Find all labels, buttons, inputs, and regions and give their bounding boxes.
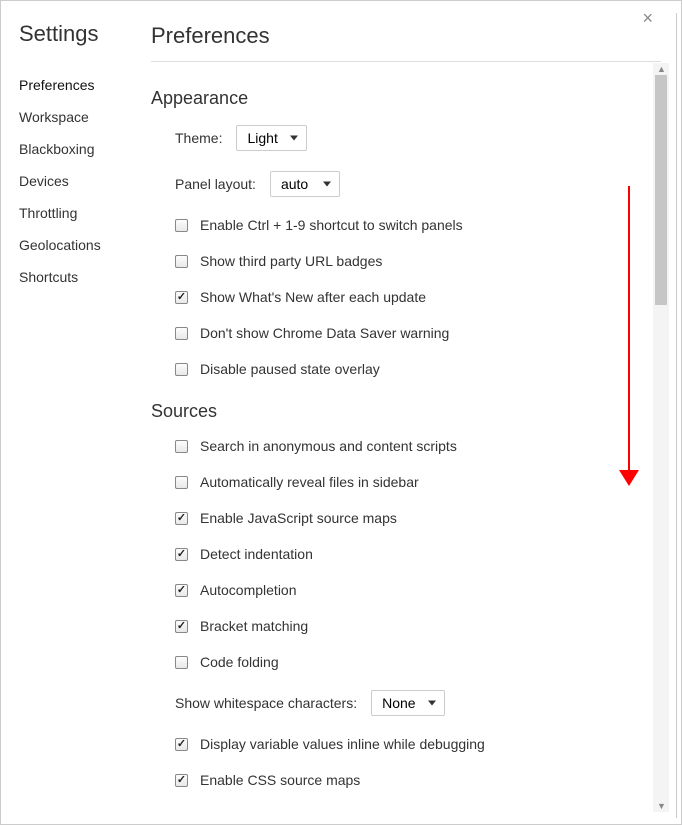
checkbox-data-saver[interactable] — [175, 327, 188, 340]
label-third-party-badges: Show third party URL badges — [200, 253, 382, 269]
settings-container: Settings Preferences Workspace Blackboxi… — [1, 1, 681, 824]
close-button[interactable]: × — [642, 9, 653, 27]
check-css-source-maps: Enable CSS source maps — [175, 772, 653, 788]
scrollbar-track[interactable]: ▲ ▼ — [653, 63, 669, 812]
panel-layout-label: Panel layout: — [175, 176, 256, 192]
label-bracket-matching: Bracket matching — [200, 618, 308, 634]
check-anon-scripts: Search in anonymous and content scripts — [175, 438, 653, 454]
check-autocompletion: Autocompletion — [175, 582, 653, 598]
label-data-saver: Don't show Chrome Data Saver warning — [200, 325, 449, 341]
page-title: Preferences — [151, 23, 681, 49]
checkbox-inline-values[interactable] — [175, 738, 188, 751]
checkbox-whats-new[interactable] — [175, 291, 188, 304]
check-data-saver: Don't show Chrome Data Saver warning — [175, 325, 653, 341]
theme-label: Theme: — [175, 130, 222, 146]
check-whats-new: Show What's New after each update — [175, 289, 653, 305]
checkbox-css-source-maps[interactable] — [175, 774, 188, 787]
preferences-scroll-area[interactable]: Appearance Theme: Light Panel layout: au… — [151, 62, 681, 813]
outer-right-border — [673, 13, 677, 818]
whitespace-select[interactable]: None — [371, 690, 444, 716]
check-detect-indentation: Detect indentation — [175, 546, 653, 562]
label-whats-new: Show What's New after each update — [200, 289, 426, 305]
check-js-source-maps: Enable JavaScript source maps — [175, 510, 653, 526]
sidebar-item-throttling[interactable]: Throttling — [19, 197, 141, 229]
sidebar-title: Settings — [19, 21, 141, 47]
theme-row: Theme: Light — [175, 125, 653, 151]
label-css-source-maps: Enable CSS source maps — [200, 772, 360, 788]
checkbox-js-source-maps[interactable] — [175, 512, 188, 525]
sidebar-item-devices[interactable]: Devices — [19, 165, 141, 197]
check-paused-overlay: Disable paused state overlay — [175, 361, 653, 377]
label-code-folding: Code folding — [200, 654, 279, 670]
whitespace-row: Show whitespace characters: None — [175, 690, 653, 716]
panel-layout-row: Panel layout: auto — [175, 171, 653, 197]
whitespace-label: Show whitespace characters: — [175, 695, 357, 711]
scrollbar-thumb[interactable] — [655, 75, 667, 305]
label-anon-scripts: Search in anonymous and content scripts — [200, 438, 457, 454]
check-bracket-matching: Bracket matching — [175, 618, 653, 634]
theme-select-value: Light — [247, 130, 277, 146]
sidebar-item-preferences[interactable]: Preferences — [19, 69, 141, 101]
checkbox-bracket-matching[interactable] — [175, 620, 188, 633]
sidebar-item-shortcuts[interactable]: Shortcuts — [19, 261, 141, 293]
check-reveal-files: Automatically reveal files in sidebar — [175, 474, 653, 490]
scroll-up-icon[interactable]: ▲ — [657, 65, 665, 73]
panel-layout-select[interactable]: auto — [270, 171, 340, 197]
check-code-folding: Code folding — [175, 654, 653, 670]
label-enable-shortcut: Enable Ctrl + 1-9 shortcut to switch pan… — [200, 217, 463, 233]
main-panel: Preferences Appearance Theme: Light Pane… — [141, 1, 681, 824]
checkbox-paused-overlay[interactable] — [175, 363, 188, 376]
label-inline-values: Display variable values inline while deb… — [200, 736, 485, 752]
scroll-down-icon[interactable]: ▼ — [657, 802, 665, 810]
label-js-source-maps: Enable JavaScript source maps — [200, 510, 397, 526]
section-appearance-title: Appearance — [151, 88, 653, 109]
label-reveal-files: Automatically reveal files in sidebar — [200, 474, 419, 490]
check-third-party-badges: Show third party URL badges — [175, 253, 653, 269]
checkbox-code-folding[interactable] — [175, 656, 188, 669]
label-autocompletion: Autocompletion — [200, 582, 297, 598]
checkbox-enable-shortcut[interactable] — [175, 219, 188, 232]
sidebar-item-geolocations[interactable]: Geolocations — [19, 229, 141, 261]
checkbox-third-party-badges[interactable] — [175, 255, 188, 268]
label-paused-overlay: Disable paused state overlay — [200, 361, 380, 377]
sidebar: Settings Preferences Workspace Blackboxi… — [1, 1, 141, 824]
panel-layout-value: auto — [281, 176, 308, 192]
whitespace-value: None — [382, 695, 415, 711]
checkbox-detect-indentation[interactable] — [175, 548, 188, 561]
checkbox-autocompletion[interactable] — [175, 584, 188, 597]
check-inline-values: Display variable values inline while deb… — [175, 736, 653, 752]
checkbox-anon-scripts[interactable] — [175, 440, 188, 453]
label-detect-indentation: Detect indentation — [200, 546, 313, 562]
section-sources-title: Sources — [151, 401, 653, 422]
theme-select[interactable]: Light — [236, 125, 306, 151]
check-enable-shortcut: Enable Ctrl + 1-9 shortcut to switch pan… — [175, 217, 653, 233]
checkbox-reveal-files[interactable] — [175, 476, 188, 489]
sidebar-item-workspace[interactable]: Workspace — [19, 101, 141, 133]
sidebar-item-blackboxing[interactable]: Blackboxing — [19, 133, 141, 165]
